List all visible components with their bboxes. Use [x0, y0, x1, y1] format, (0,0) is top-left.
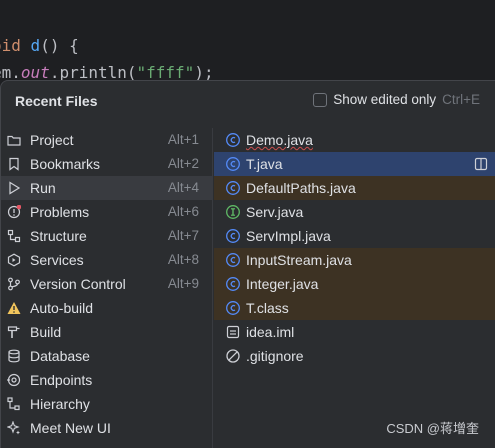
file-name: Integer.java	[246, 276, 319, 292]
tool-window-label: Meet New UI	[30, 420, 111, 436]
tool-window-item-version-control[interactable]: Version Control Alt+9	[1, 272, 213, 296]
tool-window-label: Build	[30, 324, 62, 340]
tool-window-item-project[interactable]: Project Alt+1	[1, 128, 213, 152]
tool-window-label: Database	[30, 348, 90, 364]
tool-window-label: Structure	[30, 228, 87, 244]
tool-window-shortcut: Alt+8	[167, 252, 199, 267]
show-edited-checkbox[interactable]	[313, 92, 328, 107]
tool-window-shortcut: Alt+6	[167, 204, 199, 219]
tool-window-label: Run	[30, 180, 56, 196]
tool-window-item-meet-new-ui[interactable]: Meet New UI	[1, 416, 213, 440]
tool-window-list: Project Alt+1 Bookmarks Alt+2 Run Alt+4 …	[1, 128, 213, 440]
tool-window-item-bookmarks[interactable]: Bookmarks Alt+2	[1, 152, 213, 176]
tool-window-shortcut: Alt+9	[167, 276, 199, 291]
tool-window-item-auto-build[interactable]: Auto-build	[1, 296, 213, 320]
tool-window-shortcut: Alt+1	[167, 132, 199, 147]
recent-file-item[interactable]: Integer.java	[214, 272, 495, 296]
tool-window-label: Project	[30, 132, 74, 148]
keyword-token: oid	[0, 36, 21, 55]
tool-window-label: Endpoints	[30, 372, 93, 388]
watermark: CSDN @蒋增奎	[386, 421, 479, 436]
code-editor[interactable]: oid d() { em.out.println("ffff");	[0, 0, 495, 90]
file-name: DefaultPaths.java	[246, 180, 356, 196]
folder-icon	[7, 135, 21, 146]
recent-file-item[interactable]: T.class	[214, 296, 495, 320]
file-name: Demo.java	[246, 132, 313, 148]
interface-icon	[226, 205, 240, 219]
class-icon	[226, 133, 240, 147]
class-icon	[226, 229, 240, 243]
popup-title: Recent Files	[15, 93, 98, 109]
ignore-icon	[226, 349, 240, 363]
tool-window-label: Version Control	[30, 276, 126, 292]
popup-header: Recent Files Show edited only Ctrl+E	[1, 81, 495, 121]
class-icon	[226, 157, 240, 171]
tool-window-item-run[interactable]: Run Alt+4	[1, 176, 213, 200]
hierarchy-icon	[7, 397, 20, 411]
file-name: InputStream.java	[246, 252, 352, 268]
recent-file-item[interactable]: Serv.java	[214, 200, 495, 224]
recent-file-item[interactable]: DefaultPaths.java	[214, 176, 495, 200]
class-icon	[226, 277, 240, 291]
services-icon	[7, 253, 21, 267]
tool-window-item-structure[interactable]: Structure Alt+7	[1, 224, 213, 248]
method-token: d	[30, 36, 41, 55]
file-name: T.java	[246, 156, 283, 172]
recent-files-popup: Recent Files Show edited only Ctrl+E Pro…	[0, 80, 495, 448]
open-in-split-icon[interactable]	[474, 157, 488, 171]
structure-icon	[7, 229, 21, 243]
recent-file-item[interactable]: Demo.java	[214, 128, 495, 152]
file-name: idea.iml	[246, 324, 295, 340]
hammer-icon	[7, 326, 20, 338]
tool-window-item-services[interactable]: Services Alt+8	[1, 248, 213, 272]
class-icon	[226, 253, 240, 267]
file-name: .gitignore	[246, 348, 304, 364]
sparkle-icon	[7, 421, 20, 435]
show-edited-shortcut: Ctrl+E	[442, 92, 480, 107]
file-name: Serv.java	[246, 204, 304, 220]
tool-window-label: Bookmarks	[30, 156, 101, 172]
show-edited-label: Show edited only	[333, 92, 437, 107]
tool-window-shortcut: Alt+7	[167, 228, 199, 243]
recent-file-item[interactable]: idea.iml	[214, 320, 495, 344]
class-icon	[226, 301, 240, 315]
paren-token: () {	[40, 36, 79, 55]
recent-files-list: Demo.java T.java DefaultPaths.java Serv.…	[214, 128, 495, 368]
recent-file-item[interactable]: InputStream.java	[214, 248, 495, 272]
vcs-icon	[8, 277, 20, 291]
warning-icon	[7, 302, 21, 314]
database-icon	[8, 349, 20, 363]
problems-icon	[7, 205, 21, 219]
file-name: T.class	[246, 300, 289, 316]
code-line-1: oid d() {	[0, 36, 79, 55]
recent-file-item[interactable]: .gitignore	[214, 344, 495, 368]
run-icon	[9, 181, 21, 195]
tool-window-label: Services	[30, 252, 84, 268]
class-icon	[226, 181, 240, 195]
tool-window-item-endpoints[interactable]: Endpoints	[1, 368, 213, 392]
tool-window-shortcut: Alt+4	[167, 180, 199, 195]
bookmark-icon	[9, 157, 19, 171]
show-edited-only-toggle[interactable]: Show edited only Ctrl+E	[313, 92, 480, 107]
tool-window-shortcut: Alt+2	[167, 156, 199, 171]
list-divider	[212, 128, 213, 448]
endpoints-icon	[7, 373, 21, 387]
tool-window-label: Problems	[30, 204, 90, 220]
tool-window-item-problems[interactable]: Problems Alt+6	[1, 200, 213, 224]
recent-file-item[interactable]: T.java	[214, 152, 495, 176]
tool-window-label: Auto-build	[30, 300, 94, 316]
tool-window-item-build[interactable]: Build	[1, 320, 213, 344]
tool-window-item-database[interactable]: Database	[1, 344, 213, 368]
tool-window-item-hierarchy[interactable]: Hierarchy	[1, 392, 213, 416]
file-name: ServImpl.java	[246, 228, 331, 244]
module-file-icon	[226, 325, 240, 339]
recent-file-item[interactable]: ServImpl.java	[214, 224, 495, 248]
tool-window-label: Hierarchy	[30, 396, 90, 412]
